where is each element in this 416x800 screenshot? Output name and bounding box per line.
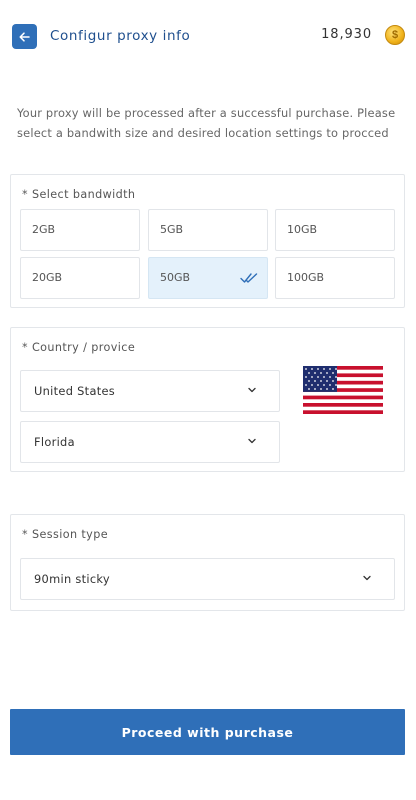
back-button[interactable] xyxy=(12,24,37,49)
app-header: Configur proxy info 18,930 $ xyxy=(0,0,416,72)
coin-icon: $ xyxy=(385,25,405,45)
region-value: Florida xyxy=(34,435,75,449)
bandwidth-option-10gb[interactable]: 10GB xyxy=(275,209,395,251)
bandwidth-option-label: 50GB xyxy=(160,271,191,284)
country-value: United States xyxy=(34,384,116,398)
session-type-value: 90min sticky xyxy=(34,572,110,586)
arrow-left-icon xyxy=(19,31,30,42)
bandwidth-card: * Select bandwidth 2GB 5GB 10GB 20GB 50G… xyxy=(10,174,405,308)
double-check-icon xyxy=(240,273,258,283)
proceed-purchase-button[interactable]: Proceed with purchase xyxy=(10,709,405,755)
chevron-down-icon xyxy=(248,387,256,393)
location-card: * Country / provice United States Florid… xyxy=(10,327,405,472)
bandwidth-option-2gb[interactable]: 2GB xyxy=(20,209,140,251)
bandwidth-label: * Select bandwidth xyxy=(22,188,136,201)
us-flag-icon xyxy=(303,366,383,414)
page-title: Configur proxy info xyxy=(50,28,191,44)
location-label: * Country / provice xyxy=(22,341,136,354)
bandwidth-option-50gb[interactable]: 50GB xyxy=(148,257,268,299)
country-select[interactable]: United States xyxy=(20,370,280,412)
intro-text: Your proxy will be processed after a suc… xyxy=(17,106,396,140)
session-card: * Session type 90min sticky xyxy=(10,514,405,611)
bandwidth-option-100gb[interactable]: 100GB xyxy=(275,257,395,299)
coin-balance: 18,930 xyxy=(321,27,372,42)
bandwidth-option-20gb[interactable]: 20GB xyxy=(20,257,140,299)
region-select[interactable]: Florida xyxy=(20,421,280,463)
session-label: * Session type xyxy=(22,528,108,541)
chevron-down-icon xyxy=(363,575,371,581)
chevron-down-icon xyxy=(248,438,256,444)
bandwidth-option-5gb[interactable]: 5GB xyxy=(148,209,268,251)
session-type-select[interactable]: 90min sticky xyxy=(20,558,395,600)
bandwidth-options: 2GB 5GB 10GB 20GB 50GB 100GB xyxy=(20,209,395,299)
